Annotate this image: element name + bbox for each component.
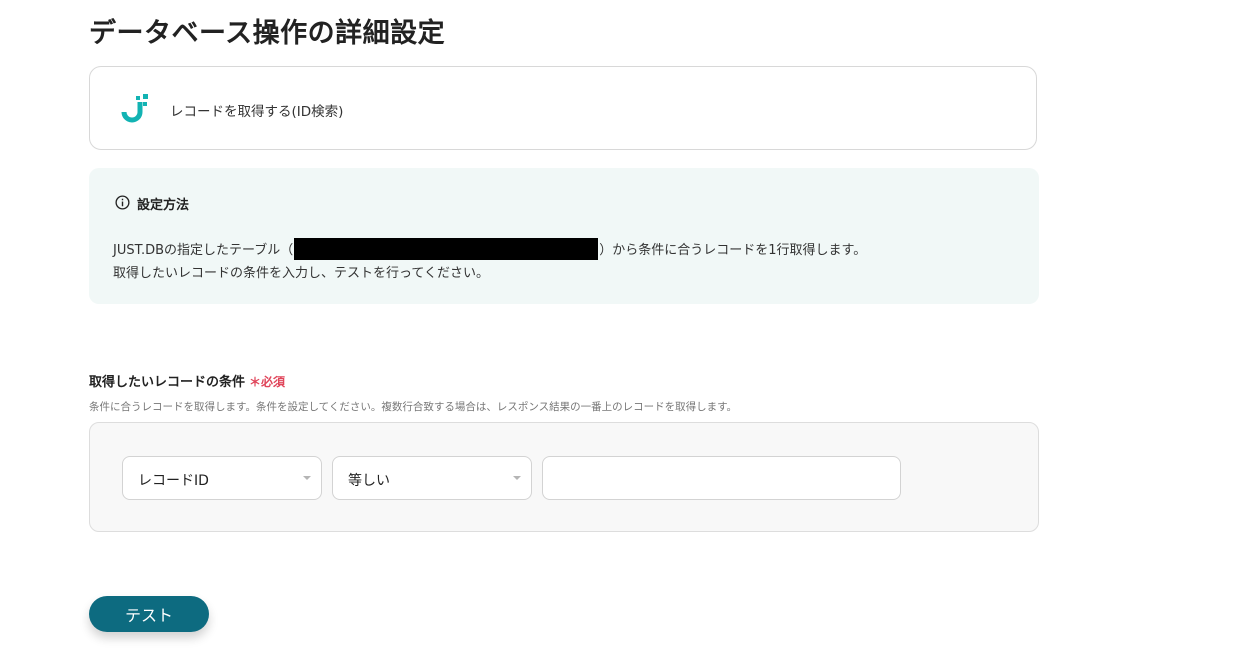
info-line1-suffix: ）から条件に合うレコードを1行取得します。 [599, 243, 867, 258]
info-box: 設定方法 JUST.DBの指定したテーブル（ ）から条件に合うレコードを1行取得し… [89, 168, 1039, 304]
condition-value-input[interactable] [542, 456, 901, 500]
redacted-table-name [294, 237, 599, 260]
chevron-down-icon [303, 476, 311, 480]
just-db-logo-icon [121, 94, 148, 123]
operator-select[interactable]: 等しい [332, 456, 532, 500]
condition-field-label: 取得したいレコードの条件 ＊必須 [89, 371, 285, 390]
condition-panel: レコードID 等しい [89, 422, 1039, 532]
info-title: 設定方法 [137, 198, 190, 213]
info-icon [115, 195, 130, 210]
required-text: 必須 [261, 375, 286, 389]
required-badge: ＊必須 [249, 375, 285, 389]
chevron-down-icon [513, 476, 521, 480]
info-line1-prefix: JUST.DBの指定したテーブル（ [113, 243, 294, 258]
test-button[interactable]: テスト [89, 596, 209, 632]
page-title: データベース操作の詳細設定 [89, 18, 446, 49]
action-label: レコードを取得する(ID検索) [170, 104, 344, 120]
info-description-line-1: JUST.DBの指定したテーブル（ ）から条件に合うレコードを1行取得します。 [113, 237, 867, 260]
field-select-value: レコードID [138, 473, 209, 489]
field-select[interactable]: レコードID [122, 456, 322, 500]
info-description-line-2: 取得したいレコードの条件を入力し、テストを行ってください。 [113, 266, 489, 281]
required-asterisk: ＊ [249, 375, 262, 389]
condition-help-text: 条件に合うレコードを取得します。条件を設定してください。複数行合致する場合は、レ… [89, 401, 738, 413]
condition-label-text: 取得したいレコードの条件 [89, 375, 246, 390]
operator-select-value: 等しい [348, 473, 390, 489]
action-card[interactable]: レコードを取得する(ID検索) [89, 66, 1037, 150]
page: データベース操作の詳細設定 レコードを取得する(ID検索) 設定方法 JUST.… [0, 0, 1251, 651]
